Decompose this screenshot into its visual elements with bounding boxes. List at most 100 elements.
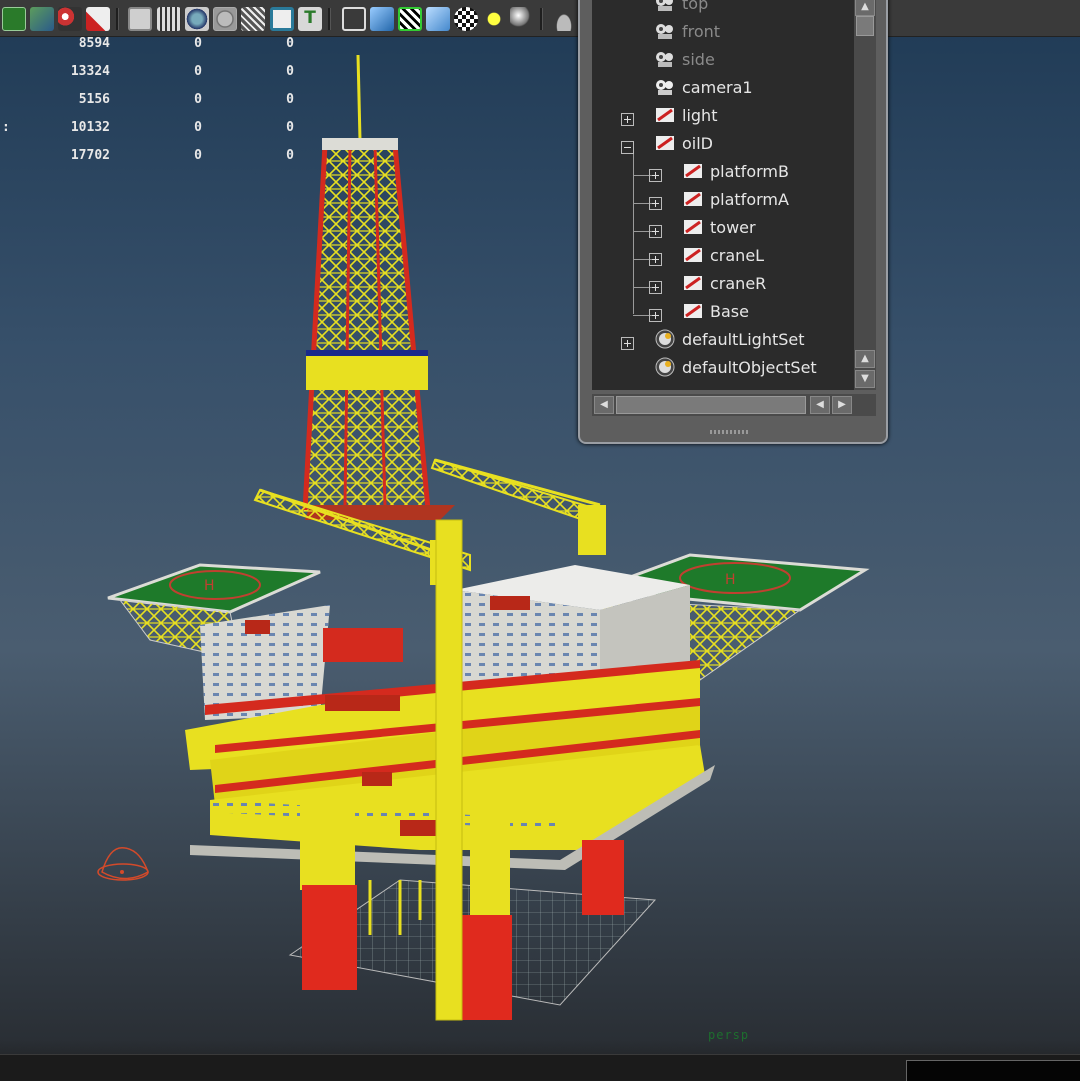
- outliner-item-label: craneL: [710, 245, 765, 265]
- outliner-item-tower[interactable]: tower: [682, 214, 756, 240]
- wireframe-shaded-icon[interactable]: [128, 7, 152, 31]
- hud-value: 0: [286, 148, 294, 163]
- scroll-thumb[interactable]: [616, 396, 806, 414]
- smooth-shade-icon[interactable]: [185, 7, 209, 31]
- outliner-list[interactable]: top front side camera1 light oilD platfo…: [592, 0, 854, 390]
- transform-icon: [654, 133, 676, 153]
- flat-shade-icon[interactable]: [213, 7, 237, 31]
- set-icon: [654, 357, 676, 377]
- outliner-item-oild[interactable]: oilD: [654, 130, 713, 156]
- expand-defaultlightset-button[interactable]: [621, 337, 634, 350]
- ipr-render-icon[interactable]: [58, 7, 82, 31]
- expand-tower-button[interactable]: [649, 225, 662, 238]
- transform-icon: [682, 217, 704, 237]
- outliner-horizontal-scrollbar[interactable]: ◀ ◀ ▶: [592, 394, 876, 416]
- outliner-item-platforma[interactable]: platformA: [682, 186, 789, 212]
- outliner-item-label: oilD: [682, 133, 713, 153]
- sphere-icon[interactable]: [510, 7, 534, 31]
- hud-row: 17702 0 0: [0, 148, 320, 168]
- hud-value: 10132: [70, 120, 110, 135]
- hypershade-icon[interactable]: [30, 7, 54, 31]
- outliner-item-defaultobjectset[interactable]: defaultObjectSet: [654, 354, 817, 380]
- isolate-select-icon[interactable]: [398, 7, 422, 31]
- texture-icon[interactable]: [270, 7, 294, 31]
- outliner-item-label: platformA: [710, 189, 789, 209]
- scroll-down-button[interactable]: ▼: [855, 370, 875, 388]
- expand-platforma-button[interactable]: [649, 197, 662, 210]
- transform-icon: [682, 301, 704, 321]
- hud-value: 0: [286, 92, 294, 107]
- outliner-item-base[interactable]: Base: [682, 298, 749, 324]
- hud-label: :: [2, 120, 10, 135]
- hud-value: 0: [194, 92, 202, 107]
- expand-cranel-button[interactable]: [649, 253, 662, 266]
- tree-line: [633, 154, 634, 314]
- hud-value: 8594: [78, 36, 110, 51]
- default-light-icon[interactable]: [482, 7, 506, 31]
- outliner-item-craner[interactable]: craneR: [682, 270, 766, 296]
- outliner-item-defaultlightset[interactable]: defaultLightSet: [654, 326, 805, 352]
- toolbar: T: [0, 0, 1080, 37]
- render-view-icon[interactable]: [2, 7, 26, 31]
- outliner-item-cranel[interactable]: craneL: [682, 242, 764, 268]
- film-gate-icon[interactable]: [157, 7, 181, 31]
- outliner-item-label: camera1: [682, 77, 753, 97]
- scroll-right-button[interactable]: ▶: [832, 396, 852, 414]
- cube-wire-icon[interactable]: [342, 7, 366, 31]
- set-icon: [654, 329, 676, 349]
- outliner-item-label: light: [682, 105, 718, 125]
- xray-icon[interactable]: [241, 7, 265, 31]
- hud-value: 0: [286, 64, 294, 79]
- camera-icon: [654, 21, 676, 41]
- checker-icon[interactable]: [454, 7, 478, 31]
- text-icon[interactable]: T: [298, 7, 322, 31]
- outliner-item-platformb[interactable]: platformB: [682, 158, 789, 184]
- outliner-vertical-scrollbar[interactable]: ▲ ▲ ▼: [854, 0, 876, 390]
- scroll-left-button[interactable]: ◀: [594, 396, 614, 414]
- outliner-item-label: craneR: [710, 273, 767, 293]
- camera-icon: [654, 77, 676, 97]
- hud-row: 13324 0 0: [0, 64, 320, 84]
- hud-value: 0: [286, 120, 294, 135]
- outliner-item-label: Base: [710, 301, 749, 321]
- outliner-item-label: top: [682, 0, 709, 13]
- scroll-up-button[interactable]: ▲: [855, 0, 875, 16]
- svg-text:H: H: [204, 578, 215, 594]
- cube-textured-icon[interactable]: [426, 7, 450, 31]
- scroll-thumb[interactable]: [856, 16, 874, 36]
- tower: [302, 54, 455, 520]
- hud-value: 0: [194, 120, 202, 135]
- hud-value: 13324: [70, 64, 110, 79]
- hud-value: 0: [286, 36, 294, 51]
- collapse-oild-button[interactable]: [621, 141, 634, 154]
- cube-shaded-icon[interactable]: [370, 7, 394, 31]
- camera-icon[interactable]: [552, 7, 576, 31]
- oil-platform-model: H H: [97, 54, 870, 1021]
- expand-base-button[interactable]: [649, 309, 662, 322]
- command-line-field[interactable]: [906, 1060, 1080, 1081]
- hud-value: 5156: [78, 92, 110, 107]
- camera-name-label: persp: [708, 1028, 750, 1042]
- svg-text:H: H: [725, 572, 736, 588]
- viewport-persp[interactable]: H H: [0, 36, 1080, 1054]
- expand-platformb-button[interactable]: [649, 169, 662, 182]
- scroll-left-button[interactable]: ◀: [810, 396, 830, 414]
- transform-icon: [682, 273, 704, 293]
- transform-icon: [682, 161, 704, 181]
- outliner-item-light[interactable]: light: [654, 102, 717, 128]
- outliner-item-side[interactable]: side: [654, 46, 715, 72]
- expand-craner-button[interactable]: [649, 281, 662, 294]
- outliner-item-label: side: [682, 49, 715, 69]
- hud-row: 5156 0 0: [0, 92, 320, 112]
- light-icon: [97, 846, 149, 881]
- scroll-up-button[interactable]: ▲: [855, 350, 875, 368]
- render-settings-icon[interactable]: [86, 7, 110, 31]
- expand-light-button[interactable]: [621, 113, 634, 126]
- outliner-item-camera1[interactable]: camera1: [654, 74, 753, 100]
- outliner-item-top[interactable]: top: [654, 0, 708, 16]
- outliner-item-label: defaultLightSet: [682, 329, 805, 349]
- outliner-window[interactable]: top front side camera1 light oilD platfo…: [578, 0, 888, 444]
- resize-grip[interactable]: [710, 430, 750, 434]
- hud-value: 17702: [70, 148, 110, 163]
- outliner-item-front[interactable]: front: [654, 18, 720, 44]
